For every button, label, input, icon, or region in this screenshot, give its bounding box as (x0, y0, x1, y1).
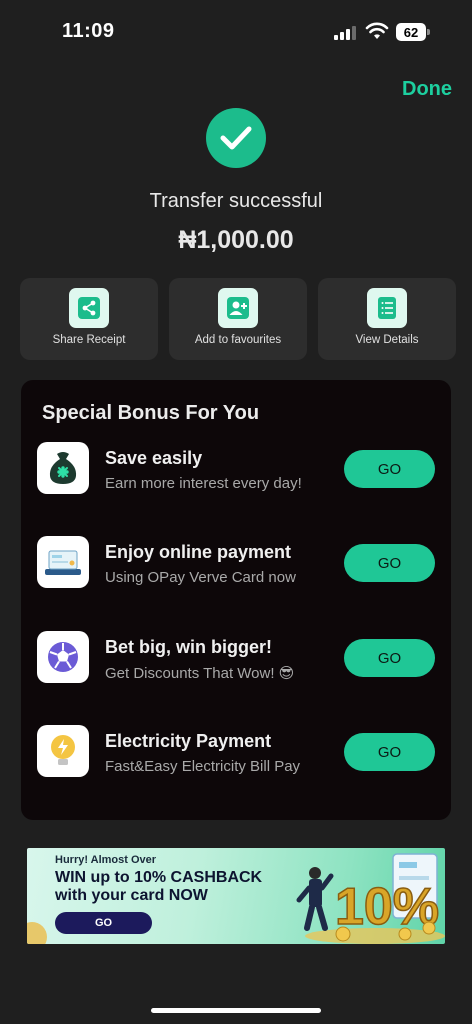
bonus-item-name: Enjoy online payment (105, 542, 292, 562)
bonus-item-save: Save easily Earn more interest every day… (21, 432, 451, 502)
promo-tagline: Hurry! Almost Over (55, 854, 157, 866)
battery-icon: 62 (396, 23, 430, 41)
status-bar: 11:09 62 (0, 0, 472, 62)
promo-headline: WIN up to 10% CASHBACK with your card NO… (55, 869, 262, 905)
done-button[interactable]: Done (402, 78, 452, 101)
electricity-go-button[interactable]: GO (344, 733, 435, 771)
money-bag-icon (37, 442, 89, 494)
bonus-item-name: Electricity Payment (105, 731, 272, 751)
share-receipt-button[interactable]: Share Receipt (20, 278, 158, 360)
promo-go-button[interactable]: GO (55, 912, 152, 934)
bonus-item-name: Save easily (105, 448, 203, 468)
view-details-button[interactable]: View Details (318, 278, 456, 360)
bonus-item-desc: Earn more interest every day! (105, 475, 302, 492)
cashback-illustration: 10% (296, 853, 445, 944)
bonus-item-online-payment: Enjoy online payment Using OPay Verve Ca… (21, 526, 451, 596)
lightbulb-icon (37, 725, 89, 777)
save-go-button[interactable]: GO (344, 450, 435, 488)
bonus-item-electricity: Electricity Payment Fast&Easy Electricit… (21, 715, 451, 785)
success-check-icon (206, 108, 266, 168)
promo-headline-line-1: WIN up to 10% CASHBACK (55, 869, 263, 886)
cashback-promo-banner[interactable]: Hurry! Almost Over WIN up to 10% CASHBAC… (27, 848, 445, 944)
promo-headline-line-2: with your card NOW (55, 887, 208, 904)
action-label: Add to favourites (194, 334, 282, 346)
bonus-item-desc: Get Discounts That Wow! 😎 (105, 665, 295, 682)
action-row: Share Receipt Add to favourites View Det… (20, 278, 456, 360)
transfer-success-screen: 11:09 62 Done Transfer successful ₦1,000… (0, 0, 472, 1024)
share-icon (69, 288, 109, 328)
add-to-favourites-button[interactable]: Add to favourites (169, 278, 307, 360)
coin-decoration (27, 922, 47, 944)
bonus-item-desc: Fast&Easy Electricity Bill Pay (105, 758, 301, 775)
bet-go-button[interactable]: GO (344, 639, 435, 677)
document-icon (367, 288, 407, 328)
transfer-status: Transfer successful (149, 190, 323, 212)
action-label: Share Receipt (52, 334, 126, 346)
special-bonus-panel: Special Bonus For You Save easily Earn m… (21, 380, 451, 820)
home-indicator[interactable] (151, 1008, 321, 1013)
add-user-icon (218, 288, 258, 328)
bonus-title: Special Bonus For You (42, 402, 260, 424)
wifi-icon (365, 22, 389, 39)
bonus-item-bet: Bet big, win bigger! Get Discounts That … (21, 621, 451, 691)
battery-level: 62 (396, 23, 426, 41)
soccer-ball-icon (37, 631, 89, 683)
bonus-item-desc: Using OPay Verve Card now (105, 569, 296, 586)
online-payment-go-button[interactable]: GO (344, 544, 435, 582)
action-label: View Details (355, 334, 419, 346)
bonus-item-name: Bet big, win bigger! (105, 637, 272, 657)
transfer-amount: ₦1,000.00 (178, 226, 294, 254)
cellular-signal-icon (334, 24, 356, 40)
status-time: 11:09 (62, 20, 115, 42)
card-icon (37, 536, 89, 588)
